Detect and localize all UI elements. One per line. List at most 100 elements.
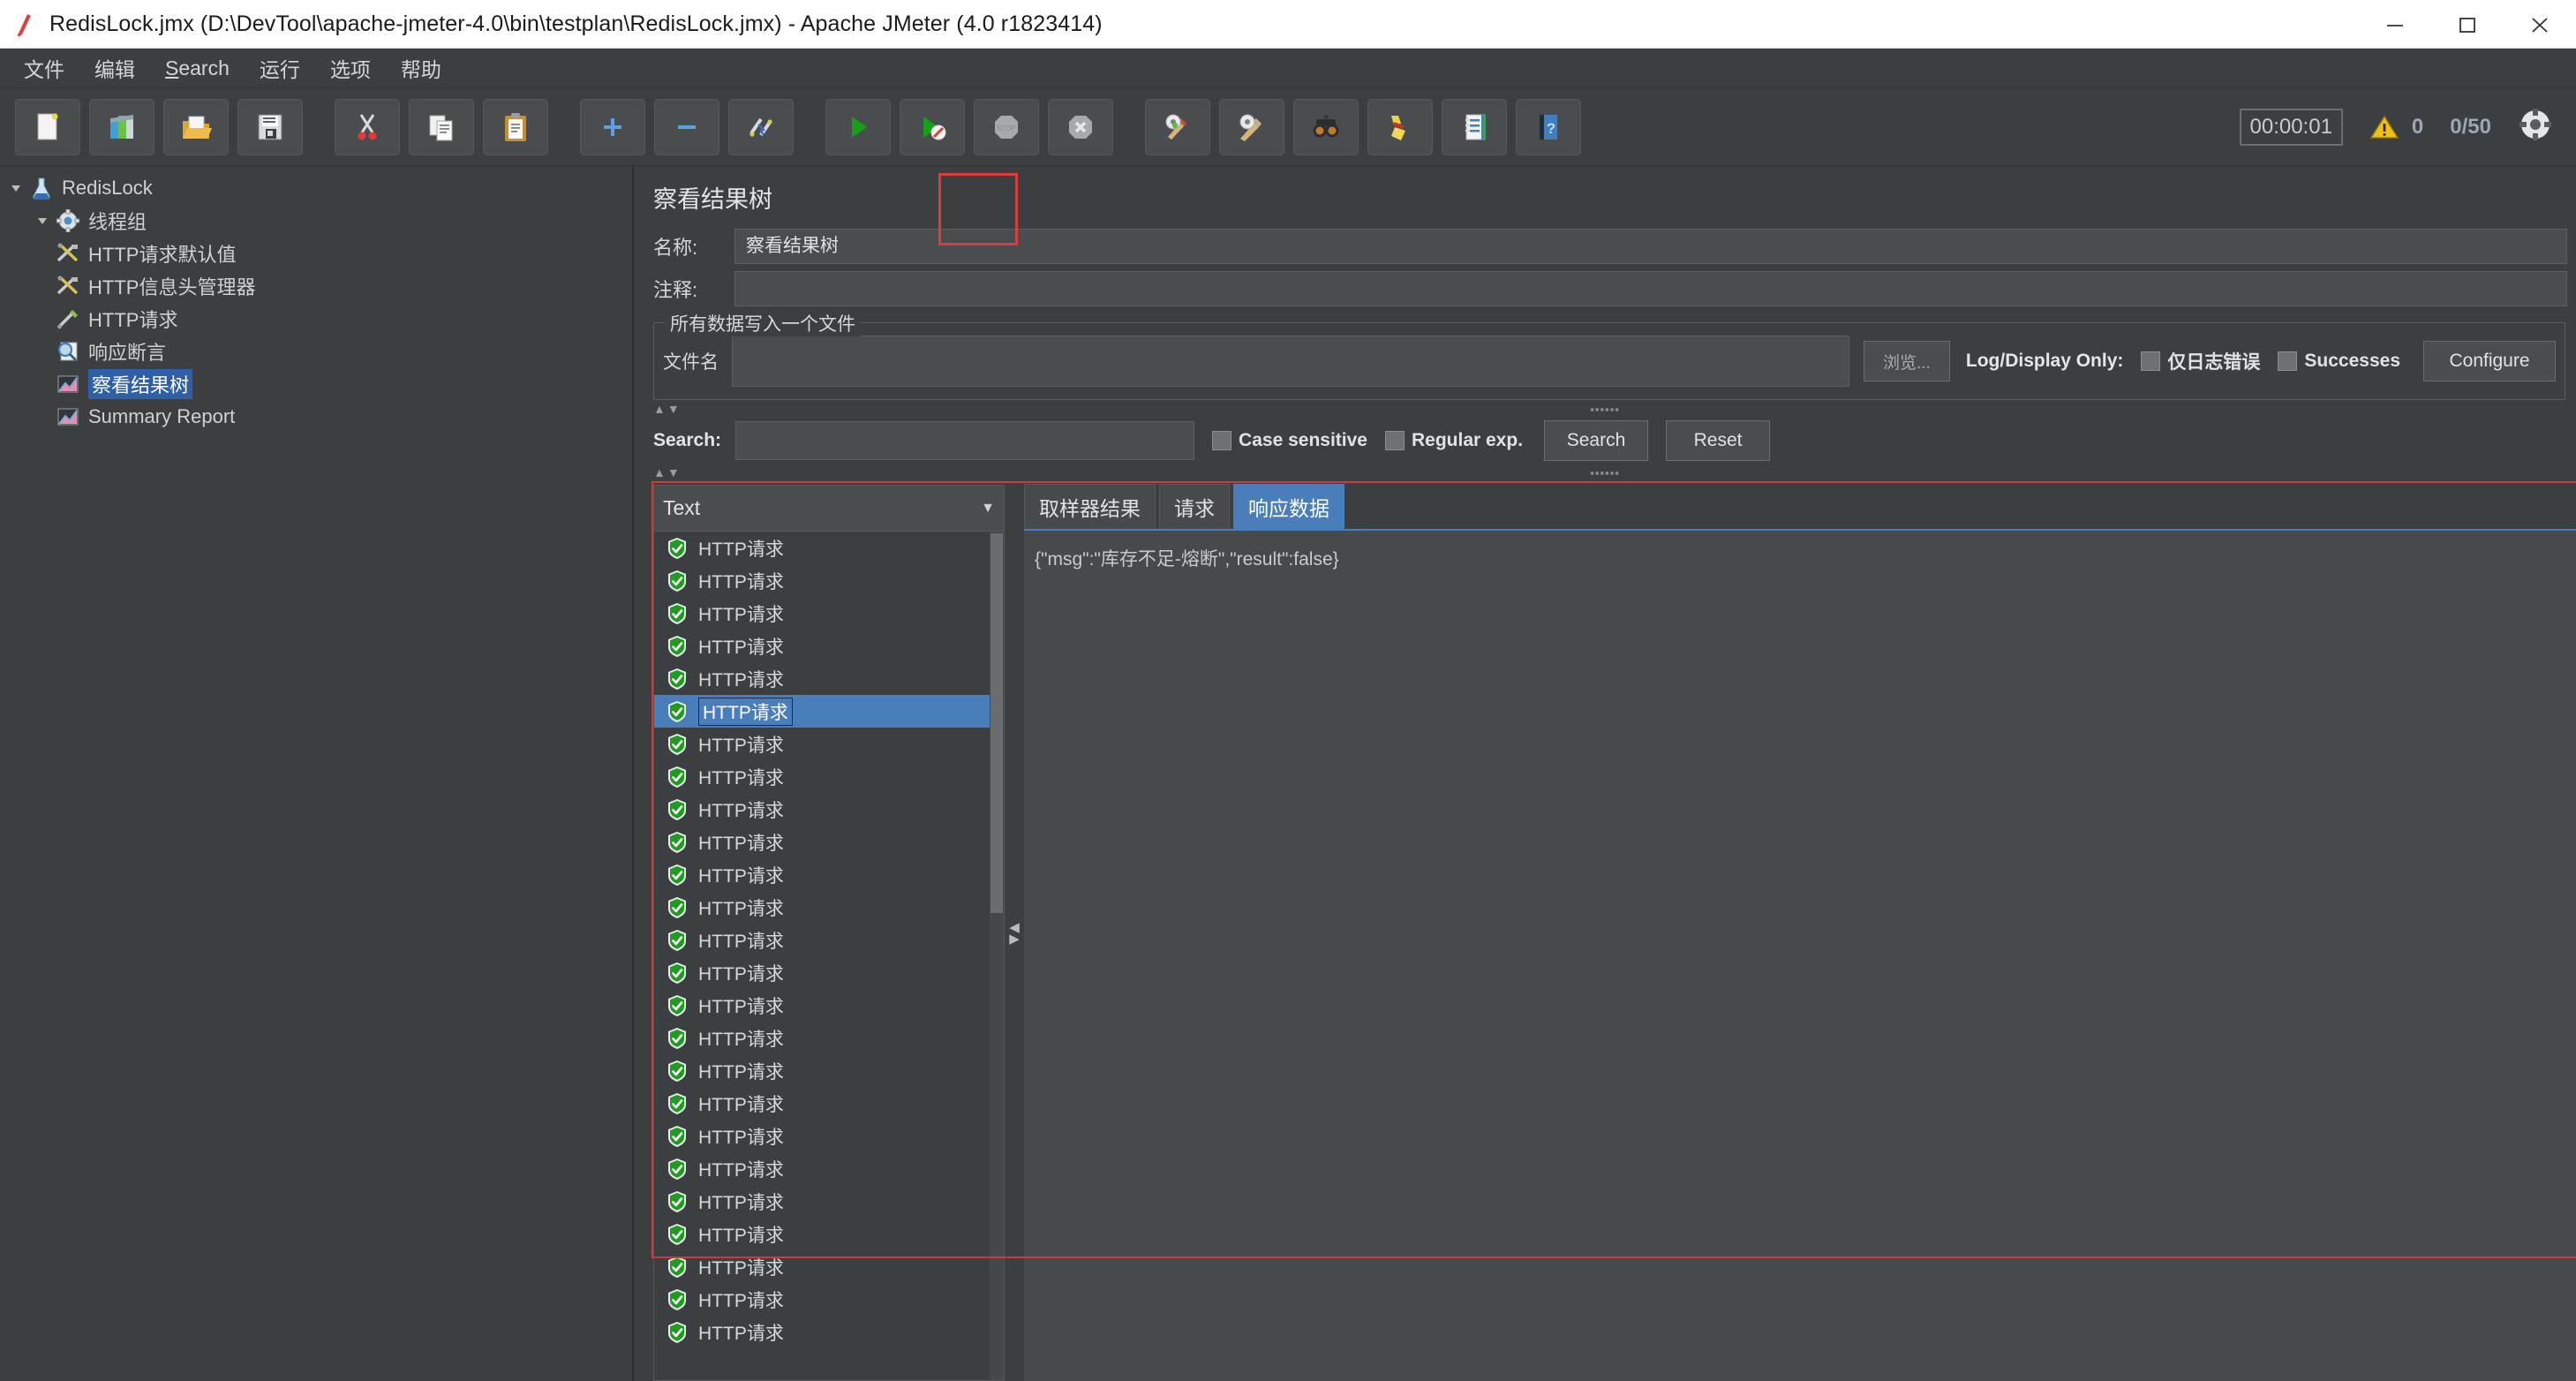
function-helper-button[interactable] [1442,99,1507,155]
menu-edit[interactable]: 编辑 [79,49,150,87]
splitter-grip-icon[interactable]: ▪▪▪▪▪▪ [1590,403,1620,416]
start-button[interactable] [825,99,891,155]
reset-button[interactable]: Reset [1666,420,1770,461]
search-button[interactable] [1293,99,1359,155]
sample-result-list[interactable]: HTTP请求HTTP请求HTTP请求HTTP请求HTTP请求HTTP请求HTTP… [654,532,1004,1380]
save-button[interactable] [237,99,303,155]
splitter-lower[interactable]: ▲▼ ▪▪▪▪▪▪ [634,464,2576,481]
test-plan-tree[interactable]: RedisLock 线程组 HTTP请求默认值 HTTP信息头管理器 HTTP请… [0,166,634,1381]
browse-button[interactable]: 浏览... [1864,341,1950,381]
stop-button[interactable]: STOP [974,99,1039,155]
list-item[interactable]: HTTP请求 [654,760,1004,793]
tree-item-response-assertion[interactable]: 响应断言 [0,335,632,367]
splitter-upper[interactable]: ▲▼ ▪▪▪▪▪▪ [634,400,2576,418]
tab-result[interactable]: 请求 [1159,484,1230,529]
clear-all-button[interactable] [1219,99,1284,155]
list-item[interactable]: HTTP请求 [654,597,1004,630]
splitter-arrows-icon[interactable]: ▲▼ [653,465,682,479]
maximize-icon[interactable] [2431,0,2504,49]
list-item-label: HTTP请求 [698,1221,784,1248]
list-item[interactable]: HTTP请求 [654,891,1004,924]
splitter-arrows-icon[interactable]: ▲▼ [653,402,682,416]
tree-item-http-defaults[interactable]: HTTP请求默认值 [0,237,632,269]
list-item[interactable]: HTTP请求 [654,858,1004,891]
help-button[interactable]: ? [1516,99,1581,155]
twisty-expanded-icon[interactable] [5,181,26,195]
list-item[interactable]: HTTP请求 [654,1087,1004,1120]
splitter-arrows-icon[interactable]: ◀▶ [1009,922,1020,945]
list-item[interactable]: HTTP请求 [654,564,1004,597]
list-item[interactable]: HTTP请求 [654,1054,1004,1087]
start-no-pauses-button[interactable] [900,99,965,155]
menu-search[interactable]: Search [150,53,245,84]
search-button[interactable]: Search [1544,420,1648,461]
list-item[interactable]: HTTP请求 [654,989,1004,1022]
splitter-grip-icon[interactable]: ▪▪▪▪▪▪ [1590,466,1620,479]
reset-search-button[interactable] [1367,99,1433,155]
new-button[interactable] [15,99,80,155]
menu-options[interactable]: 选项 [315,49,386,87]
tree-item-summary-report[interactable]: Summary Report [0,400,632,433]
menu-run[interactable]: 运行 [245,49,315,87]
list-item[interactable]: HTTP请求 [654,1250,1004,1283]
list-item[interactable]: HTTP请求 [654,1120,1004,1152]
tree-item-view-results-tree[interactable]: 察看结果树 [0,367,632,400]
list-item[interactable]: HTTP请求 [654,532,1004,564]
close-icon[interactable] [2504,0,2576,49]
results-vertical-splitter[interactable]: ◀▶ [1005,485,1024,1381]
twisty-expanded-icon[interactable] [32,214,53,228]
templates-button[interactable] [89,99,154,155]
tree-item-redislock[interactable]: RedisLock [0,171,632,204]
list-item[interactable]: HTTP请求 [654,1283,1004,1316]
view-results-tree-panel: 察看结果树 名称: 察看结果树 注释: 所有数据写入一个文件 文件名 浏览...… [634,166,2576,1381]
warning-indicator[interactable]: 0 [2369,114,2423,140]
menu-help[interactable]: 帮助 [386,49,456,87]
list-item[interactable]: HTTP请求 [654,630,1004,662]
toggle-button[interactable] [728,99,794,155]
remote-engine-icon[interactable] [2518,107,2553,147]
list-item[interactable]: HTTP请求 [654,1022,1004,1054]
minimize-icon[interactable] [2359,0,2431,49]
warning-count: 0 [2412,115,2423,140]
list-item-label: HTTP请求 [698,633,784,660]
tree-item-thread-group[interactable]: 线程组 [0,204,632,237]
renderer-select[interactable]: Text ▼ [654,486,1004,532]
name-input[interactable]: 察看结果树 [734,229,2567,264]
tab-response-data[interactable]: 响应数据 [1233,484,1344,529]
list-item[interactable]: HTTP请求 [654,826,1004,858]
list-item[interactable]: HTTP请求 [654,1218,1004,1250]
tree-item-http-header-manager[interactable]: HTTP信息头管理器 [0,269,632,302]
list-item[interactable]: HTTP请求 [654,1316,1004,1348]
list-item[interactable]: HTTP请求 [654,793,1004,826]
chevron-down-icon[interactable]: ▼ [981,501,995,517]
copy-button[interactable] [409,99,474,155]
list-scrollbar-thumb[interactable] [990,533,1003,913]
menu-file[interactable]: 文件 [9,49,79,87]
cut-button[interactable] [335,99,400,155]
configure-button[interactable]: Configure [2423,341,2556,381]
list-item[interactable]: HTTP请求 [654,695,1004,728]
errors-only-checkbox[interactable] [2141,351,2160,371]
list-scrollbar[interactable] [990,532,1004,1380]
collapse-all-button[interactable] [654,99,719,155]
filename-input[interactable] [732,336,1849,387]
success-shield-icon [667,994,688,1017]
case-sensitive-checkbox[interactable] [1212,431,1232,450]
search-input[interactable] [735,421,1194,460]
list-item[interactable]: HTTP请求 [654,956,1004,989]
regex-checkbox[interactable] [1385,431,1405,450]
expand-all-button[interactable] [580,99,645,155]
open-button[interactable] [163,99,229,155]
comment-input[interactable] [734,271,2567,306]
list-item[interactable]: HTTP请求 [654,1152,1004,1185]
tab-result[interactable]: 取样器结果 [1024,484,1156,529]
list-item[interactable]: HTTP请求 [654,924,1004,956]
successes-checkbox[interactable] [2278,351,2297,371]
list-item[interactable]: HTTP请求 [654,1185,1004,1218]
shutdown-button[interactable] [1048,99,1113,155]
tree-item-http-request[interactable]: HTTP请求 [0,302,632,335]
paste-button[interactable] [483,99,548,155]
list-item[interactable]: HTTP请求 [654,662,1004,695]
list-item[interactable]: HTTP请求 [654,728,1004,760]
clear-button[interactable] [1145,99,1210,155]
